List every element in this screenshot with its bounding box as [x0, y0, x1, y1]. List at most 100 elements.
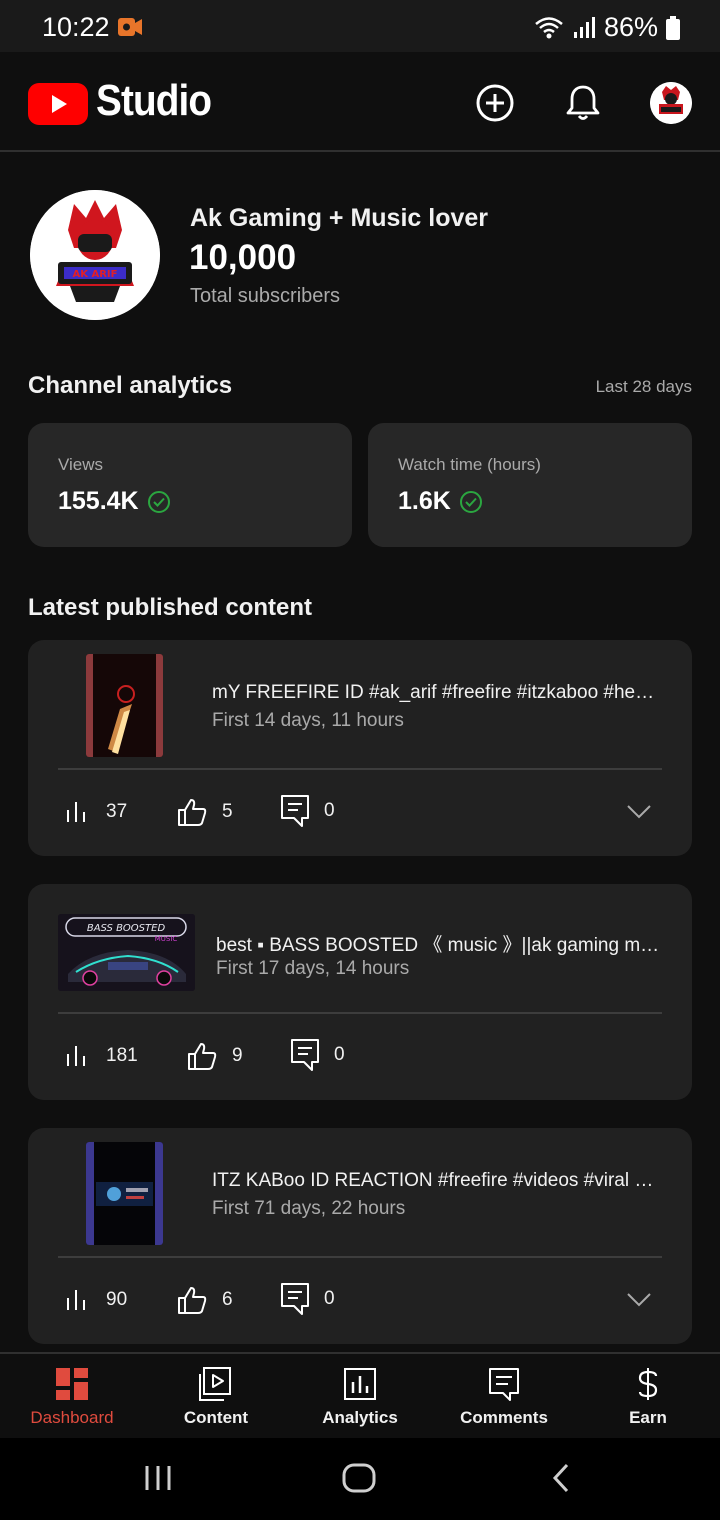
video-card[interactable]: ITZ KABoo ID REACTION #freefire #videos … — [28, 1128, 692, 1344]
comments-count: 0 — [324, 1288, 335, 1309]
video-age: First 14 days, 11 hours — [212, 710, 404, 731]
check-circle-icon — [147, 490, 170, 513]
screen-record-icon — [118, 18, 142, 36]
status-bar: 10:22 86% — [0, 0, 720, 52]
watch-time-label: Watch time (hours) — [398, 455, 541, 474]
subscriber-label: Total subscribers — [190, 285, 341, 307]
views-metric: 37 — [64, 798, 127, 826]
video-thumbnail[interactable]: BASS BOOSTED MUSIC — [58, 914, 195, 991]
dashboard-icon — [56, 1368, 88, 1400]
app-bar: Studio — [0, 52, 720, 152]
comments-count: 0 — [334, 1044, 345, 1065]
video-age: First 17 days, 14 hours — [216, 958, 410, 979]
signal-icon — [573, 16, 595, 38]
video-card[interactable]: BASS BOOSTED MUSIC best ▪ BASS BOOSTED 《… — [28, 884, 692, 1100]
notifications-icon[interactable] — [562, 82, 604, 124]
channel-avatar-image: AK ARIF — [30, 190, 160, 320]
video-card[interactable]: mY FREEFIRE ID #ak_arif #freefire #itzka… — [28, 640, 692, 856]
chevron-down-icon[interactable] — [626, 1292, 652, 1308]
thumbnail-image — [86, 1142, 163, 1245]
bottom-nav: Dashboard Content Analytics Comments Ear… — [0, 1352, 720, 1438]
views-metric: 181 — [64, 1042, 138, 1070]
recent-apps-icon[interactable] — [144, 1462, 172, 1494]
views-metric: 90 — [64, 1286, 127, 1314]
svg-text:MUSIC: MUSIC — [155, 935, 178, 943]
likes-metric: 9 — [186, 1040, 243, 1072]
views-count: 181 — [106, 1045, 138, 1066]
latest-content-title: Latest published content — [28, 594, 313, 621]
analytics-title: Channel analytics — [28, 372, 233, 399]
nav-label: Dashboard — [30, 1408, 114, 1427]
video-thumbnail[interactable] — [86, 1142, 163, 1245]
nav-analytics[interactable]: Analytics — [288, 1354, 432, 1440]
back-icon[interactable] — [550, 1462, 572, 1494]
nav-earn[interactable]: Earn — [576, 1354, 720, 1440]
views-count: 37 — [106, 801, 128, 822]
card-divider — [58, 768, 662, 770]
nav-dashboard[interactable]: Dashboard — [0, 1354, 144, 1440]
likes-count: 6 — [222, 1289, 233, 1310]
comments-metric: 0 — [280, 1282, 335, 1316]
battery-percent: 86% — [603, 12, 658, 42]
check-circle-icon — [459, 490, 482, 513]
comments-icon — [489, 1368, 519, 1401]
watch-time-value: 1.6K — [398, 487, 451, 515]
nav-label: Content — [183, 1408, 249, 1427]
app-title: Studio — [96, 76, 212, 125]
views-count: 90 — [106, 1289, 128, 1310]
status-indicators: 86% — [534, 12, 680, 43]
thumbnail-image — [86, 654, 163, 757]
views-label: Views — [58, 455, 104, 474]
thumbnail-image: BASS BOOSTED MUSIC — [58, 914, 195, 991]
thumbs-up-icon — [188, 1043, 217, 1070]
nav-comments[interactable]: Comments — [432, 1354, 576, 1440]
channel-avatar[interactable]: AK ARIF — [30, 190, 160, 320]
video-title: mY FREEFIRE ID #ak_arif #freefire #itzka… — [212, 682, 662, 703]
card-divider — [58, 1012, 662, 1014]
status-time: 10:22 — [42, 12, 110, 42]
bar-chart-icon — [67, 1290, 85, 1310]
comments-count: 0 — [324, 800, 335, 821]
views-value-row: 155.4K — [58, 487, 171, 516]
content-icon — [199, 1367, 231, 1401]
battery-icon — [666, 15, 680, 40]
home-icon[interactable] — [342, 1462, 376, 1494]
card-divider — [58, 1256, 662, 1258]
svg-text:AK ARIF: AK ARIF — [73, 269, 118, 280]
comments-metric: 0 — [280, 794, 335, 828]
likes-count: 5 — [222, 801, 233, 822]
video-title: best ▪ BASS BOOSTED 《 music 》||ak gaming… — [216, 935, 662, 956]
video-title: ITZ KABoo ID REACTION #freefire #videos … — [212, 1170, 662, 1191]
youtube-logo-icon[interactable] — [28, 83, 88, 125]
views-value: 155.4K — [58, 487, 139, 515]
system-nav-bar — [0, 1438, 720, 1520]
nav-label: Earn — [629, 1408, 667, 1427]
watch-time-value-row: 1.6K — [398, 487, 483, 516]
watch-time-card[interactable]: Watch time (hours) 1.6K — [368, 423, 692, 547]
video-age: First 71 days, 22 hours — [212, 1198, 406, 1219]
channel-name: Ak Gaming + Music lover — [190, 204, 489, 232]
nav-content[interactable]: Content — [144, 1354, 288, 1440]
subscriber-count: 10,000 — [189, 238, 297, 277]
likes-count: 9 — [232, 1045, 243, 1066]
earn-icon — [638, 1368, 658, 1400]
thumbs-up-icon — [178, 1287, 207, 1314]
chevron-down-icon[interactable] — [626, 804, 652, 820]
likes-metric: 6 — [176, 1284, 233, 1316]
thumbs-up-icon — [178, 799, 207, 826]
avatar-image — [650, 82, 692, 124]
bar-chart-icon — [67, 802, 85, 822]
views-card[interactable]: Views 155.4K — [28, 423, 352, 547]
account-avatar[interactable] — [650, 82, 692, 124]
comments-metric: 0 — [290, 1038, 345, 1072]
create-icon[interactable] — [474, 82, 516, 124]
wifi-icon — [535, 16, 563, 38]
comment-icon — [291, 1039, 319, 1071]
analytics-period[interactable]: Last 28 days — [596, 377, 692, 397]
likes-metric: 5 — [176, 796, 233, 828]
nav-label: Comments — [460, 1408, 548, 1427]
comment-icon — [281, 1283, 309, 1315]
comment-icon — [281, 795, 309, 827]
bar-chart-icon — [67, 1046, 85, 1066]
video-thumbnail[interactable] — [86, 654, 163, 757]
